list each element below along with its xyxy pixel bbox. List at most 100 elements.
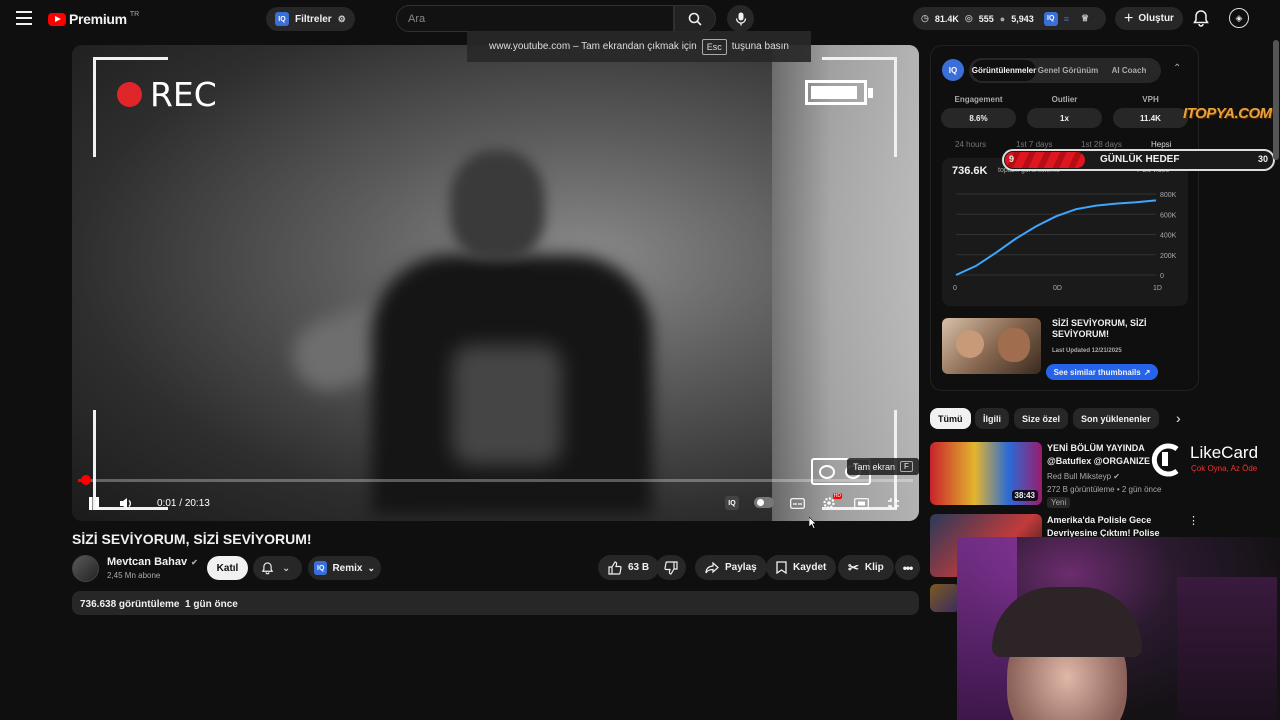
youtube-play-icon (48, 12, 66, 26)
fullscreen-exit-notice: www.youtube.com – Tam ekrandan çıkmak iç… (467, 31, 811, 62)
x-tick-label: 0 (953, 285, 957, 292)
vidiq-logo-icon: IQ (942, 59, 964, 81)
video-player[interactable]: REC Tam ekran F 0:01 / 20:13 IQ HD (72, 45, 919, 521)
account-avatar[interactable]: ◈ (1229, 8, 1249, 28)
more-vertical-icon[interactable]: ⋮ (1188, 514, 1199, 527)
range-all[interactable]: Hepsi (1151, 140, 1171, 149)
search-button[interactable] (674, 5, 716, 32)
pause-button[interactable] (86, 495, 102, 511)
trophy-icon[interactable]: ♕ (1081, 13, 1089, 24)
metric-outlier-value: 1x (1027, 108, 1102, 128)
save-button[interactable]: Kaydet (766, 555, 837, 580)
bell-icon (261, 562, 274, 575)
viewfinder-corner (822, 57, 897, 157)
voice-search-button[interactable] (727, 5, 754, 32)
settings-button[interactable]: HD (820, 493, 842, 511)
range-7d[interactable]: 1st 7 days (1016, 140, 1052, 149)
collapse-chevron-icon[interactable]: ⌃ (1173, 63, 1181, 74)
share-button[interactable]: Paylaş (695, 555, 767, 580)
description-box[interactable]: 736.638 görüntüleme 1 gün önce (72, 591, 919, 615)
hd-badge-icon: HD (832, 493, 842, 499)
y-tick-label: 0 (1160, 273, 1164, 280)
vidiq-player-button[interactable]: IQ (724, 495, 740, 511)
list-icon[interactable]: ≡ (1064, 14, 1069, 24)
chip-for-you[interactable]: Size özel (1014, 408, 1069, 429)
metric-engagement-label: Engagement (954, 95, 1003, 104)
rec-label: REC (150, 75, 217, 114)
more-actions-button[interactable]: ••• (895, 555, 920, 580)
create-label: Oluştur (1138, 13, 1174, 24)
likecard-name: LikeCard (1190, 443, 1259, 462)
thumbs-down-icon (664, 560, 678, 575)
dislike-button[interactable] (656, 555, 686, 580)
time-total: 20:13 (184, 498, 210, 509)
view-count: 736.638 görüntüleme (80, 599, 180, 610)
scrollbar-thumb[interactable] (1273, 40, 1279, 160)
join-button[interactable]: Katıl (207, 556, 248, 580)
chevron-down-icon: ⌄ (282, 562, 291, 574)
subtitles-button[interactable] (788, 495, 806, 511)
exit-fullscreen-button[interactable] (884, 495, 902, 511)
pause-icon (89, 496, 99, 510)
subscription-bell-button[interactable]: ⌄ (253, 556, 302, 580)
theater-mode-button[interactable] (852, 495, 870, 511)
captions-icon (789, 497, 805, 509)
tab-views[interactable]: Görüntülenmeler (972, 60, 1036, 81)
y-tick-label: 800K (1160, 192, 1177, 199)
goal-current: 9 (1009, 154, 1015, 164)
tab-label: AI Coach (1111, 66, 1147, 75)
autoplay-toggle[interactable] (754, 497, 774, 508)
stat-subs: 5,943 (1011, 13, 1034, 24)
create-button[interactable]: + Oluştur (1115, 7, 1183, 30)
metric-engagement-value: 8.6% (941, 108, 1016, 128)
search-input[interactable]: Ara (396, 5, 674, 32)
recommendation-channel[interactable]: Red Bull Miksteyp ✔ (1047, 472, 1120, 481)
mute-button[interactable] (118, 495, 134, 511)
tooltip-label: Tam ekran (853, 461, 896, 472)
x-tick-label: 1D (1153, 285, 1162, 292)
recommendation-thumbnail[interactable] (930, 584, 960, 612)
thumb-person (998, 328, 1030, 362)
metric-vph-label: VPH (1142, 95, 1159, 104)
notifications-bell-icon[interactable] (1192, 9, 1210, 27)
progress-bar[interactable] (78, 479, 913, 482)
recommendation-thumbnail[interactable]: 38:43 (930, 442, 1042, 505)
vidiq-stats[interactable]: ◷ 81.4K ◎ 555 ● 5,943 IQ ≡ ♕ (913, 7, 1106, 30)
vidiq-icon[interactable]: IQ (1043, 11, 1058, 26)
x-tick-label: 0D (1053, 285, 1062, 292)
clip-button[interactable]: ✂ Klip (838, 555, 894, 580)
rec-overlay: REC (117, 75, 217, 114)
channel-name[interactable]: Mevtcan Bahav ✔ (107, 556, 198, 568)
stat-score: 555 (978, 13, 994, 24)
video-thumbnail[interactable] (942, 318, 1041, 374)
sliders-icon: ⚙ (337, 13, 346, 24)
youtube-logo[interactable]: Premium TR (48, 10, 139, 28)
filters-button[interactable]: IQ Filtreler ⚙ (266, 7, 355, 31)
chip-all[interactable]: Tümü (930, 408, 971, 429)
exit-fullscreen-icon (887, 497, 899, 509)
thumb-video-title: SİZİ SEVİYORUM, SİZİ SEVİYORUM! (1052, 318, 1147, 339)
progress-scrubber[interactable] (81, 475, 91, 485)
remix-button[interactable]: IQ Remix ⌄ (308, 556, 381, 580)
see-similar-thumbnails-button[interactable]: See similar thumbnails ↗ (1046, 364, 1158, 380)
range-28d[interactable]: 1st 28 days (1081, 140, 1122, 149)
chip-related[interactable]: İlgili (975, 408, 1009, 429)
likecard-tagline: Çok Oyna, Az Öde (1191, 464, 1258, 473)
like-button[interactable]: 63 B (598, 555, 660, 580)
remix-label: Remix (332, 562, 363, 574)
tab-overview[interactable]: Genel Görünüm (1036, 60, 1100, 81)
range-24h[interactable]: 24 hours (955, 140, 986, 149)
mouse-cursor-icon (809, 517, 817, 529)
goal-label: GÜNLÜK HEDEF (1100, 154, 1180, 165)
last-updated: Last Updated 12/21/2025 (1052, 348, 1122, 354)
share-icon (705, 561, 719, 573)
tab-ai-coach[interactable]: AI Coach (1100, 60, 1158, 81)
menu-icon[interactable] (16, 11, 32, 25)
metric-outlier-label: Outlier (1051, 95, 1078, 104)
time-display: 0:01 / 20:13 (157, 498, 210, 509)
chip-recent[interactable]: Son yüklenenler (1073, 408, 1159, 429)
chips-next-chevron-icon[interactable]: › (1176, 410, 1181, 426)
channel-avatar[interactable] (72, 555, 99, 582)
vidiq-icon: IQ (275, 12, 289, 26)
verified-icon: ✔ (1113, 472, 1120, 481)
